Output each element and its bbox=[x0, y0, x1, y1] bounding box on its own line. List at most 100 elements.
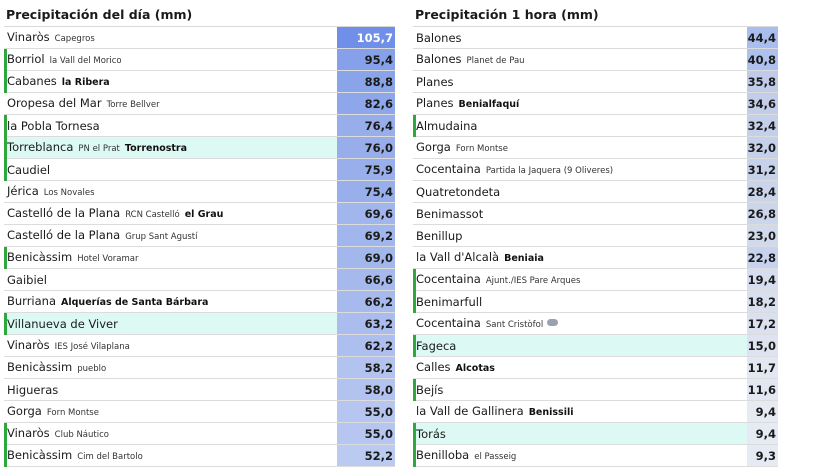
table-row[interactable]: Balones 44,4 bbox=[413, 27, 778, 49]
precipitation-value: 69,6 bbox=[337, 203, 395, 224]
table-row[interactable]: Villanueva de Viver 63,2 bbox=[4, 313, 395, 335]
table-row[interactable]: Jérica Los Novales 75,4 bbox=[4, 181, 395, 203]
station-district: Benialfaquí bbox=[458, 98, 520, 110]
station-name: Planes Benialfaquí bbox=[413, 92, 747, 116]
station-name: Castelló de la Plana Grup Sant Agustí bbox=[4, 224, 337, 248]
station-town: Oropesa del Mar bbox=[7, 95, 102, 110]
station-town: la Vall d'Alcalà bbox=[416, 249, 500, 264]
precipitation-value: 62,2 bbox=[337, 335, 395, 356]
table-row[interactable]: Cocentaina Ajunt./IES Pare Arques 19,4 bbox=[413, 269, 778, 291]
table-row[interactable]: Borriol la Vall del Morico 95,4 bbox=[4, 49, 395, 71]
table-row[interactable]: Higueras 58,0 bbox=[4, 379, 395, 401]
station-name: la Vall de Gallinera Benissili bbox=[413, 400, 747, 424]
station-town: Fageca bbox=[416, 338, 457, 353]
table-row[interactable]: Torás 9,4 bbox=[413, 423, 778, 445]
table-row[interactable]: Torreblanca PN el Prat Torrenostra 76,0 bbox=[4, 137, 395, 159]
station-location: Hotel Voramar bbox=[77, 253, 139, 264]
table-row[interactable]: Fageca 15,0 bbox=[413, 335, 778, 357]
precipitation-value: 40,8 bbox=[747, 49, 778, 70]
table-row[interactable]: Benimassot 26,8 bbox=[413, 203, 778, 225]
table-row[interactable]: Benilloba el Passeig 9,3 bbox=[413, 445, 778, 467]
station-name: Benilloba el Passeig bbox=[413, 444, 747, 468]
station-town: Vinaròs bbox=[7, 29, 50, 44]
table-row[interactable]: Vinaròs IES José Vilaplana 62,2 bbox=[4, 335, 395, 357]
table-row[interactable]: Vinaròs Club Náutico 55,0 bbox=[4, 423, 395, 445]
station-town: Torás bbox=[416, 426, 446, 441]
table-row[interactable]: Balones Planet de Pau 40,8 bbox=[413, 49, 778, 71]
station-name: Benimarfull bbox=[413, 291, 747, 313]
station-name: Borriol la Vall del Morico bbox=[4, 48, 337, 72]
table-row[interactable]: la Vall de Gallinera Benissili 9,4 bbox=[413, 401, 778, 423]
table-row[interactable]: Calles Alcotas 11,7 bbox=[413, 357, 778, 379]
precipitation-value: 22,8 bbox=[747, 247, 778, 268]
station-town: Castelló de la Plana bbox=[7, 227, 121, 242]
station-location: pueblo bbox=[77, 363, 107, 374]
station-name: Burriana Alquerías de Santa Bárbara bbox=[4, 290, 337, 314]
table-row[interactable]: la Pobla Tornesa 76,4 bbox=[4, 115, 395, 137]
station-town: Gorga bbox=[416, 139, 451, 154]
station-location: Capegros bbox=[54, 33, 95, 44]
precipitation-value: 28,4 bbox=[747, 181, 778, 202]
station-town: Balones bbox=[416, 51, 462, 66]
station-location: Los Novales bbox=[43, 187, 95, 198]
station-name: Almudaina bbox=[413, 115, 747, 137]
table-row[interactable]: Benicàssim Hotel Voramar 69,0 bbox=[4, 247, 395, 269]
table-row[interactable]: Almudaina 32,4 bbox=[413, 115, 778, 137]
precipitation-value: 58,2 bbox=[337, 357, 395, 378]
station-name: Benicàssim Hotel Voramar bbox=[4, 246, 337, 270]
station-town: Cocentaina bbox=[416, 161, 481, 176]
precipitation-value: 32,4 bbox=[747, 115, 778, 136]
precipitation-value: 26,8 bbox=[747, 203, 778, 224]
table-row[interactable]: Benimarfull 18,2 bbox=[413, 291, 778, 313]
table-row[interactable]: Gaibiel 66,6 bbox=[4, 269, 395, 291]
precipitation-value: 105,7 bbox=[337, 27, 395, 48]
precipitation-value: 88,8 bbox=[337, 71, 395, 92]
hourly-precipitation-panel: Precipitación 1 hora (mm) Balones 44,4 Bal… bbox=[413, 0, 778, 467]
station-location: Forn Montse bbox=[46, 407, 99, 418]
station-town: Benimarfull bbox=[416, 294, 483, 309]
station-location: Club Náutico bbox=[54, 429, 109, 440]
table-row[interactable]: Vinaròs Capegros 105,7 bbox=[4, 27, 395, 49]
table-row[interactable]: Gorga Forn Montse 32,0 bbox=[413, 137, 778, 159]
table-row[interactable]: Castelló de la Plana RCN Castelló el Grau 6… bbox=[4, 203, 395, 225]
station-name: Jérica Los Novales bbox=[4, 180, 337, 204]
table-row[interactable]: Cocentaina Partida la Jaquera (9 Oliveres… bbox=[413, 159, 778, 181]
precipitation-value: 76,4 bbox=[337, 115, 395, 136]
precipitation-value: 44,4 bbox=[747, 27, 778, 48]
table-row[interactable]: Benicàssim Cim del Bartolo 52,2 bbox=[4, 445, 395, 467]
table-row[interactable]: Gorga Forn Montse 55,0 bbox=[4, 401, 395, 423]
precipitation-value: 9,4 bbox=[747, 401, 778, 422]
table-row[interactable]: Cocentaina Sant Cristòfol 17,2 bbox=[413, 313, 778, 335]
precipitation-value: 19,4 bbox=[747, 269, 778, 290]
precipitation-value: 9,3 bbox=[747, 445, 778, 466]
table-row[interactable]: Benicàssim pueblo 58,2 bbox=[4, 357, 395, 379]
cloud-icon bbox=[547, 318, 559, 326]
station-location: RCN Castelló bbox=[125, 209, 180, 220]
table-row[interactable]: Oropesa del Mar Torre Bellver 82,6 bbox=[4, 93, 395, 115]
daily-precipitation-table: Vinaròs Capegros 105,7 Borriol la Vall del M… bbox=[4, 27, 395, 467]
precipitation-value: 69,0 bbox=[337, 247, 395, 268]
station-name: Calles Alcotas bbox=[413, 356, 747, 380]
table-row[interactable]: Quatretondeta 28,4 bbox=[413, 181, 778, 203]
precipitation-value: 55,0 bbox=[337, 401, 395, 422]
station-name: Caudiel bbox=[4, 159, 337, 181]
station-name: Cabanes la Ribera bbox=[4, 70, 337, 94]
table-row[interactable]: Cabanes la Ribera 88,8 bbox=[4, 71, 395, 93]
station-district: Alcotas bbox=[455, 362, 495, 374]
table-row[interactable]: Planes Benialfaquí 34,6 bbox=[413, 93, 778, 115]
station-town: Burriana bbox=[7, 293, 57, 308]
table-row[interactable]: Castelló de la Plana Grup Sant Agustí 69,2 bbox=[4, 225, 395, 247]
station-town: Jérica bbox=[7, 183, 39, 198]
table-row[interactable]: Caudiel 75,9 bbox=[4, 159, 395, 181]
station-name: Vinaròs Club Náutico bbox=[4, 422, 337, 446]
station-town: Calles bbox=[416, 359, 451, 374]
station-town: Cocentaina bbox=[416, 271, 481, 286]
table-row[interactable]: Bejís 11,6 bbox=[413, 379, 778, 401]
station-district: Benissili bbox=[528, 406, 574, 418]
table-row[interactable]: Burriana Alquerías de Santa Bárbara 66,2 bbox=[4, 291, 395, 313]
table-row[interactable]: Benillup 23,0 bbox=[413, 225, 778, 247]
table-row[interactable]: la Vall d'Alcalà Beniaia 22,8 bbox=[413, 247, 778, 269]
table-row[interactable]: Planes 35,8 bbox=[413, 71, 778, 93]
station-location: Ajunt./IES Pare Arques bbox=[485, 275, 581, 286]
station-location: el Passeig bbox=[474, 451, 517, 462]
